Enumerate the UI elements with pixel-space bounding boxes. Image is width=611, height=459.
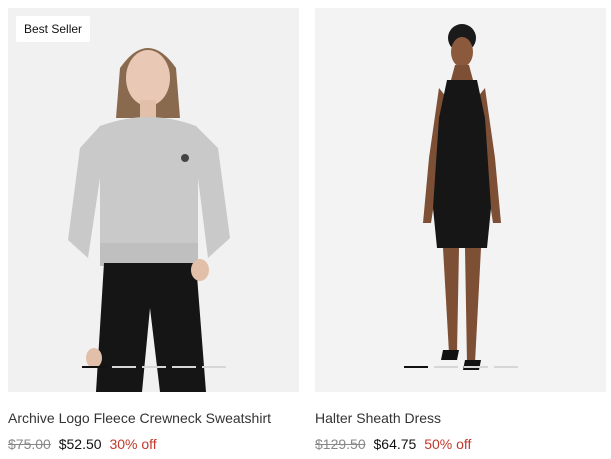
product-price: $75.00 $52.50 30% off [8, 436, 299, 452]
sweatshirt-model-photo [8, 8, 299, 392]
image-carousel-dots [8, 366, 299, 368]
sale-price: $64.75 [373, 436, 417, 452]
carousel-dot-3[interactable] [141, 366, 166, 368]
carousel-dot-1[interactable] [403, 366, 428, 368]
product-card-dress[interactable]: Halter Sheath Dress $129.50 $64.75 50% o… [315, 8, 606, 452]
product-price: $129.50 $64.75 50% off [315, 436, 606, 452]
discount-label: 30% off [109, 436, 157, 452]
product-grid: Best Seller Archive Logo Fleece Crewneck… [0, 0, 611, 459]
product-image[interactable] [315, 8, 606, 392]
discount-label: 50% off [424, 436, 472, 452]
carousel-dot-2[interactable] [111, 366, 136, 368]
dress-model-photo [315, 8, 606, 392]
product-title[interactable]: Halter Sheath Dress [315, 410, 606, 426]
image-carousel-dots [315, 366, 606, 368]
original-price: $75.00 [8, 436, 51, 452]
carousel-dot-3[interactable] [463, 366, 488, 368]
product-title[interactable]: Archive Logo Fleece Crewneck Sweatshirt [8, 410, 299, 426]
original-price: $129.50 [315, 436, 366, 452]
product-image[interactable]: Best Seller [8, 8, 299, 392]
carousel-dot-4[interactable] [493, 366, 518, 368]
sale-price: $52.50 [58, 436, 102, 452]
product-card-sweatshirt[interactable]: Best Seller Archive Logo Fleece Crewneck… [8, 8, 299, 452]
carousel-dot-2[interactable] [433, 366, 458, 368]
carousel-dot-5[interactable] [201, 366, 226, 368]
carousel-dot-1[interactable] [81, 366, 106, 368]
carousel-dot-4[interactable] [171, 366, 196, 368]
best-seller-badge: Best Seller [16, 16, 91, 42]
